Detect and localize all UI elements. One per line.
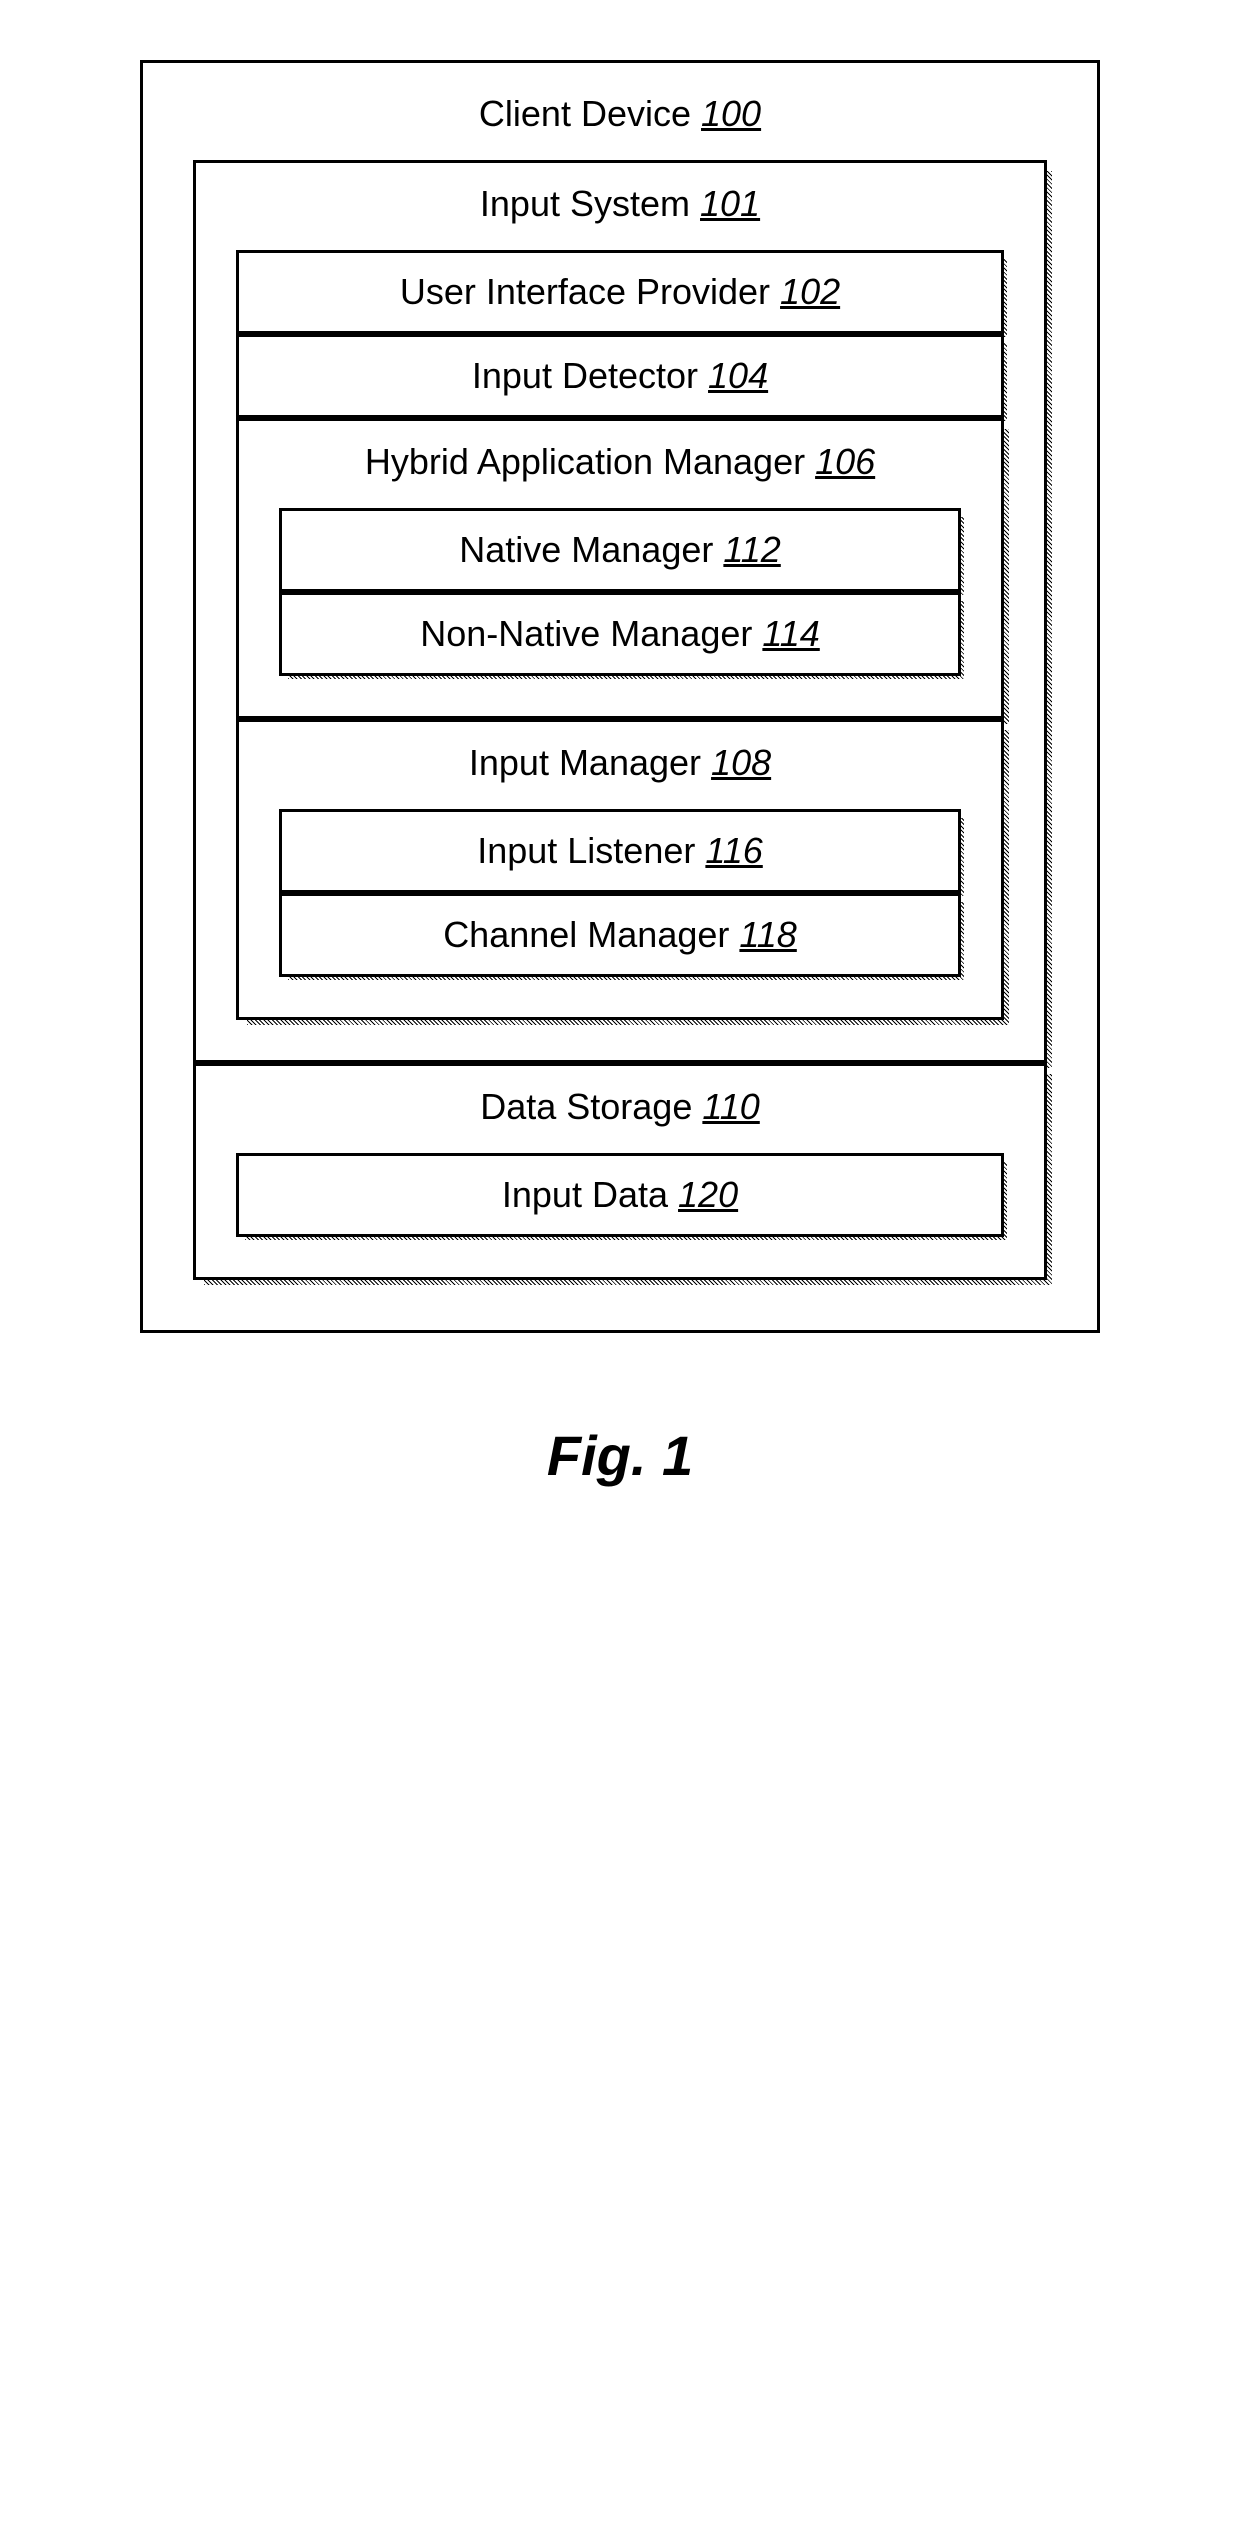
non-native-manager-label: Non-Native Manager [420, 613, 752, 654]
input-data-ref: 120 [678, 1174, 738, 1215]
input-system-label: Input System [480, 183, 690, 224]
input-listener-label: Input Listener [477, 830, 695, 871]
input-detector-title: Input Detector 104 [259, 355, 981, 397]
client-device-box: Client Device 100 Input System 101 User … [140, 60, 1100, 1333]
client-device-label: Client Device [479, 93, 691, 134]
non-native-manager-title: Non-Native Manager 114 [302, 613, 938, 655]
data-storage-box: Data Storage 110 Input Data 120 [193, 1063, 1047, 1280]
channel-manager-box: Channel Manager 118 [279, 893, 961, 977]
input-data-box: Input Data 120 [236, 1153, 1004, 1237]
input-manager-box: Input Manager 108 Input Listener 116 [236, 719, 1004, 1020]
native-manager-box: Native Manager 112 [279, 508, 961, 592]
input-manager-ref: 108 [711, 742, 771, 783]
input-listener-ref: 116 [705, 830, 762, 871]
figure-label: Fig. 1 [140, 1423, 1100, 1488]
ui-provider-title: User Interface Provider 102 [259, 271, 981, 313]
channel-manager-ref: 118 [739, 914, 796, 955]
input-system-title: Input System 101 [236, 183, 1004, 225]
hybrid-app-manager-ref: 106 [815, 441, 875, 482]
hybrid-app-manager-label: Hybrid Application Manager [365, 441, 805, 482]
channel-manager-title: Channel Manager 118 [302, 914, 938, 956]
ui-provider-box: User Interface Provider 102 [236, 250, 1004, 334]
input-data-title: Input Data 120 [259, 1174, 981, 1216]
data-storage-ref: 110 [702, 1086, 759, 1127]
input-listener-box: Input Listener 116 [279, 809, 961, 893]
input-system-ref: 101 [700, 183, 760, 224]
client-device-title: Client Device 100 [193, 93, 1047, 135]
native-manager-ref: 112 [723, 529, 780, 570]
input-detector-ref: 104 [708, 355, 768, 396]
input-manager-title: Input Manager 108 [279, 742, 961, 784]
client-device-ref: 100 [701, 93, 761, 134]
input-system-box: Input System 101 User Interface Provider… [193, 160, 1047, 1063]
hybrid-app-manager-box: Hybrid Application Manager 106 Native Ma… [236, 418, 1004, 719]
data-storage-label: Data Storage [480, 1086, 692, 1127]
native-manager-label: Native Manager [459, 529, 713, 570]
ui-provider-ref: 102 [780, 271, 840, 312]
input-detector-box: Input Detector 104 [236, 334, 1004, 418]
native-manager-title: Native Manager 112 [302, 529, 938, 571]
channel-manager-label: Channel Manager [443, 914, 729, 955]
hybrid-app-manager-title: Hybrid Application Manager 106 [279, 441, 961, 483]
data-storage-title: Data Storage 110 [236, 1086, 1004, 1128]
ui-provider-label: User Interface Provider [400, 271, 770, 312]
input-listener-title: Input Listener 116 [302, 830, 938, 872]
non-native-manager-ref: 114 [762, 613, 819, 654]
input-manager-label: Input Manager [469, 742, 701, 783]
input-data-label: Input Data [502, 1174, 668, 1215]
non-native-manager-box: Non-Native Manager 114 [279, 592, 961, 676]
input-detector-label: Input Detector [472, 355, 698, 396]
